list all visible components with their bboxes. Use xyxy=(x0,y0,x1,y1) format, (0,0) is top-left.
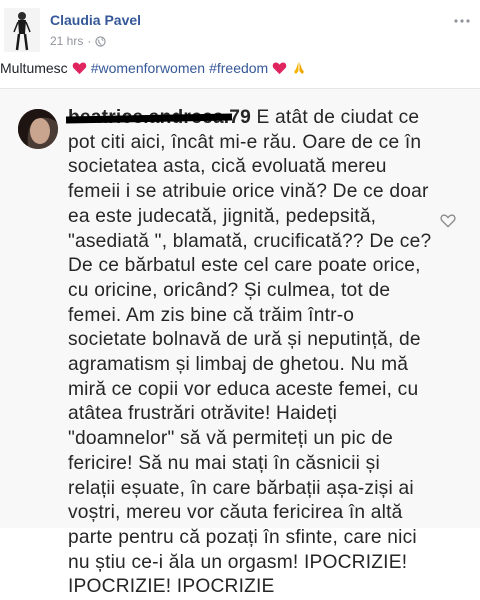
post-caption: Multumesc #womenforwomen #freedom xyxy=(0,60,307,76)
post-time[interactable]: 21 hrs xyxy=(50,34,83,48)
red-heart-icon xyxy=(72,62,86,75)
comment-line: pot citi aici, încât mi-e rău. Oare de c… xyxy=(68,131,422,153)
comment-body: beatrice.andreea.79 E atât de ciudat ce … xyxy=(68,106,438,600)
comment-line: atâtea frustrări otrăvite! Haideți xyxy=(68,403,338,425)
folded-hands-icon xyxy=(294,62,305,74)
comment-line: parte pentru că pozați în sfinte, care n… xyxy=(68,526,417,548)
post-meta: 21 hrs · xyxy=(50,34,106,48)
commenter-avatar xyxy=(18,109,58,149)
embedded-comment-screenshot: beatrice.andreea.79 E atât de ciudat ce … xyxy=(0,88,480,597)
comment-line: miră ce copii vor educa aceste femei, cu xyxy=(68,378,419,400)
meta-separator: · xyxy=(87,34,92,48)
more-options-icon xyxy=(454,19,470,23)
avatar-figure-icon xyxy=(4,8,40,52)
commenter-photo-icon xyxy=(18,109,58,149)
hashtag-freedom[interactable]: #freedom xyxy=(209,60,268,76)
comment-line: agramatism și limbaj de ghetou. Nu mă xyxy=(68,354,409,376)
author-name[interactable]: Claudia Pavel xyxy=(50,12,141,28)
comment-line: "doamnelor" să vă permiteți un pic de xyxy=(68,428,393,450)
comment-line: societatea asta, cică evoluată mereu xyxy=(68,156,387,178)
comment-line: De ce bărbatul este cel care poate orice… xyxy=(68,255,421,277)
globe-icon[interactable] xyxy=(95,35,106,47)
comment-line: voștri, mereu vor căuta fericirea în alt… xyxy=(68,502,403,524)
comment-line: fericire! Să nu mai stați în căsnicii și xyxy=(68,452,380,474)
author-avatar[interactable] xyxy=(4,8,40,52)
comment-line: "asediată ", blamată, crucificată?? De c… xyxy=(68,230,432,252)
comment-line: ea este judecată, jignită, pedepsită, xyxy=(68,205,377,227)
comment-line: IPOCRIZIE! IPOCRIZIE xyxy=(68,576,275,598)
comment-line: societate bolnavă de ură și neputință, d… xyxy=(68,329,421,351)
more-options-button[interactable] xyxy=(454,10,470,28)
red-heart-icon xyxy=(272,62,287,75)
comment-line: nu știu ce-i ăla un orgasm! IPOCRIZIE! xyxy=(68,551,408,573)
comment-line: relații eșuate, în care bărbații așa-ziș… xyxy=(68,477,414,499)
comment-line: femeii i se atribuie orice vină? De ce d… xyxy=(68,181,429,203)
caption-text: Multumesc xyxy=(0,60,68,76)
hashtag-womenforwomen[interactable]: #womenforwomen xyxy=(91,60,205,76)
post-header: Claudia Pavel 21 hrs · xyxy=(0,0,480,60)
heart-outline-icon[interactable] xyxy=(440,213,456,228)
comment-line: cu oricine, oricând? Și culmea, tot de xyxy=(68,279,391,301)
comment-line: femei. Am zis bine că trăim într-o xyxy=(68,304,355,326)
